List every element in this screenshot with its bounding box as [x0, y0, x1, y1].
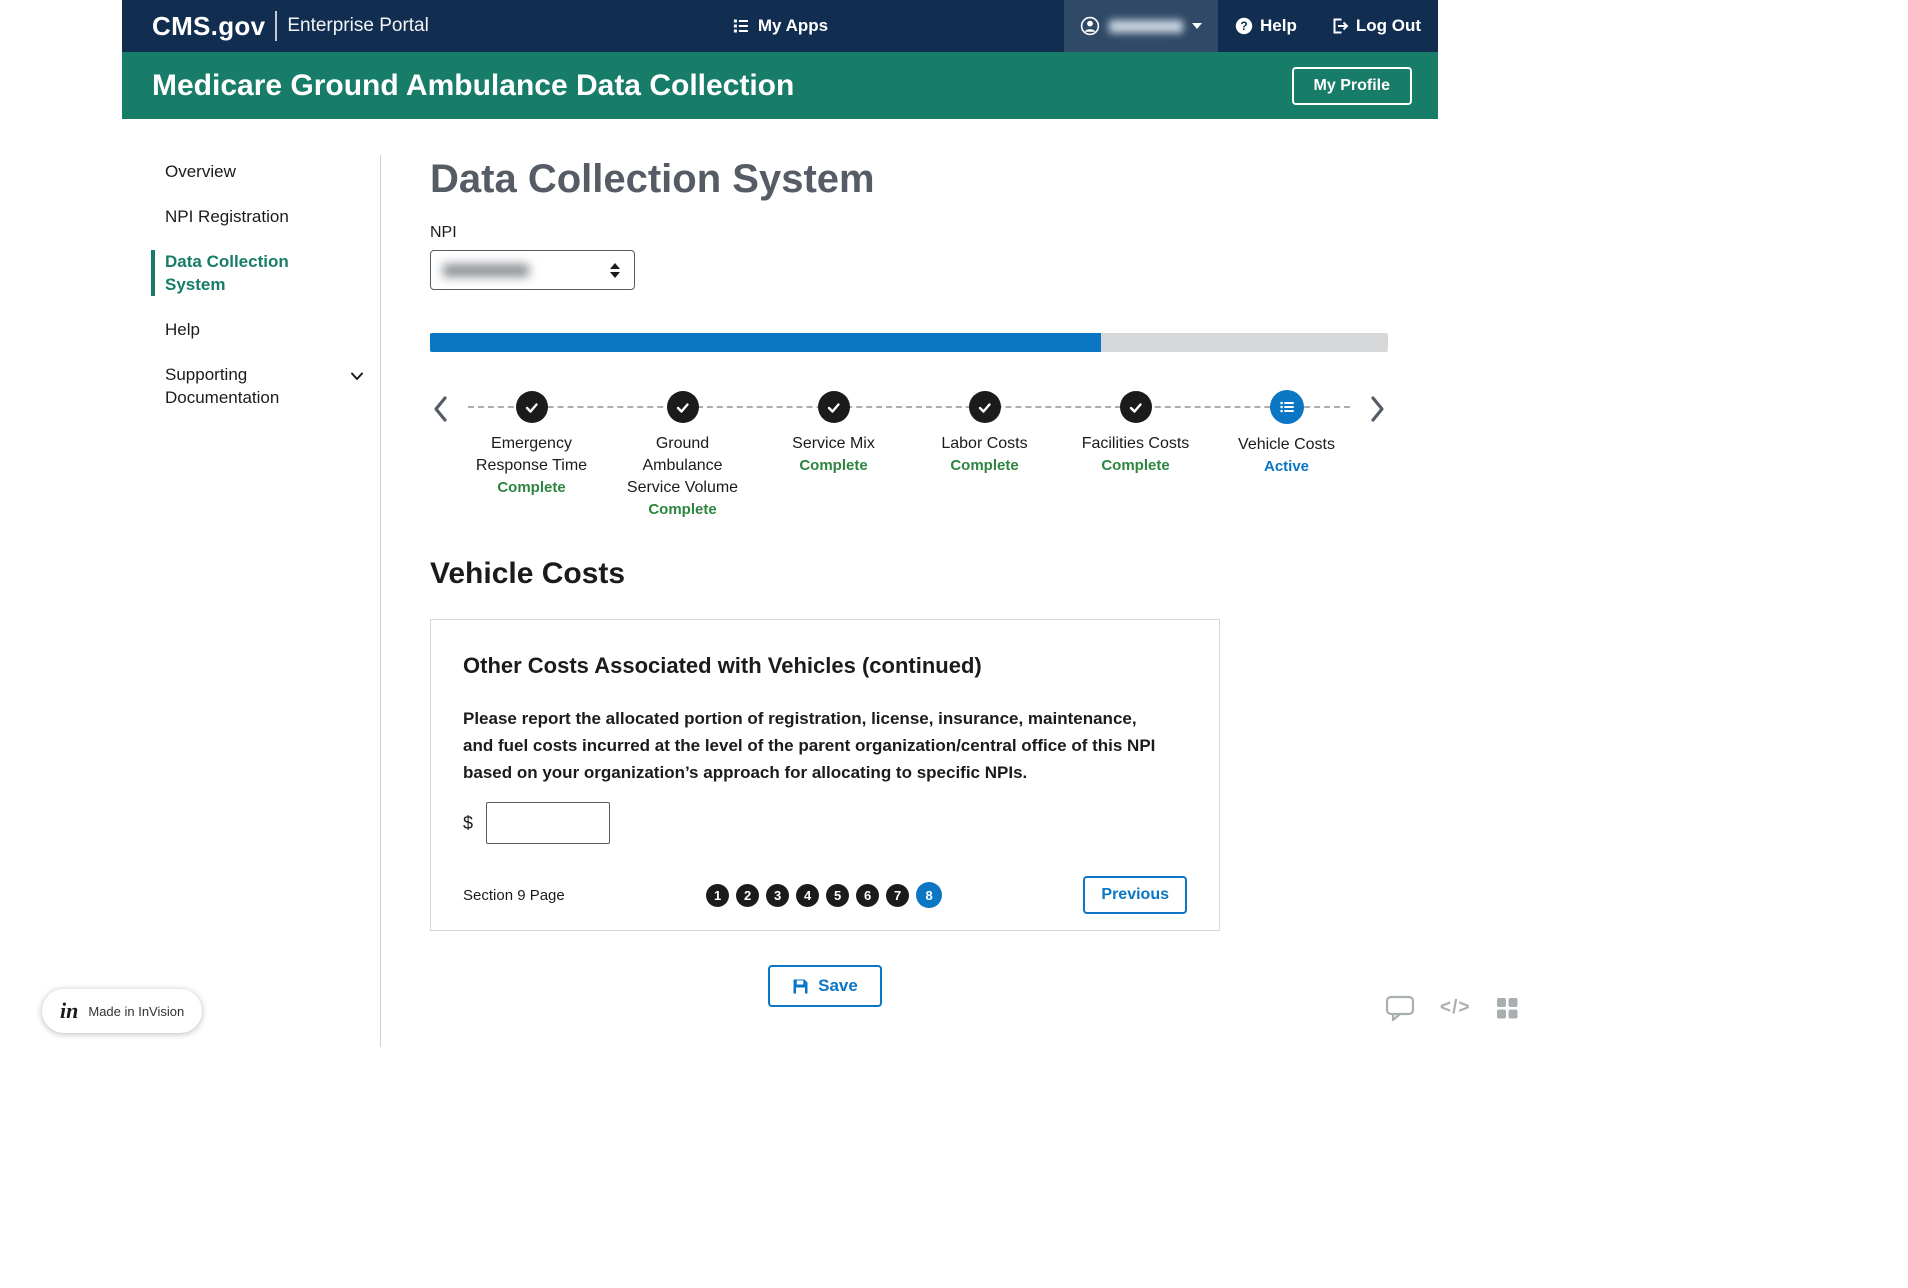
save-button[interactable]: Save [768, 965, 882, 1007]
sidebar-item-overview[interactable]: Overview [151, 160, 365, 183]
sidebar-item-npi-registration[interactable]: NPI Registration [151, 205, 365, 228]
page-dot-5[interactable]: 5 [826, 883, 850, 907]
step-status: Complete [497, 479, 566, 496]
my-apps-button[interactable]: My Apps [732, 0, 828, 52]
npi-value-redacted [443, 263, 529, 277]
help-icon: ? [1235, 17, 1253, 35]
user-name-redacted [1109, 19, 1183, 33]
svg-text:?: ? [1240, 19, 1247, 33]
npi-label: NPI [430, 224, 457, 241]
save-icon [793, 979, 808, 993]
step-complete-check-icon[interactable] [968, 391, 1001, 423]
invision-viewer-tools: </> [1384, 993, 1520, 1023]
user-menu[interactable] [1064, 0, 1218, 52]
app-title: Medicare Ground Ambulance Data Collectio… [152, 68, 795, 102]
npi-select[interactable] [430, 250, 635, 290]
help-button[interactable]: ? Help [1218, 0, 1314, 52]
page-dot-3[interactable]: 3 [766, 883, 790, 907]
stepper: Emergency Response Time Complete Ground … [430, 390, 1388, 518]
progress-fill [430, 333, 1101, 352]
step-active-list-icon[interactable] [1269, 390, 1304, 424]
step-emergency-response-time: Emergency Response Time Complete [456, 391, 607, 518]
logout-label: Log Out [1355, 16, 1421, 35]
help-label: Help [1260, 16, 1297, 35]
sidebar-item-supporting-documentation[interactable]: Supporting Documentation [151, 363, 365, 409]
card-instructions: Please report the allocated portion of r… [463, 709, 1156, 782]
step-complete-check-icon[interactable] [817, 391, 850, 423]
step-vehicle-costs: Vehicle Costs Active [1211, 390, 1362, 518]
previous-button[interactable]: Previous [1083, 876, 1187, 914]
cms-logo-text: CMS.gov [152, 10, 266, 41]
page-dot-8-active[interactable]: 8 [916, 882, 943, 908]
invision-label: Made in InVision [88, 1003, 185, 1019]
my-apps-list-icon [733, 19, 748, 33]
made-in-invision-badge[interactable]: in Made in InVision [42, 989, 203, 1033]
topbar: CMS.gov Enterprise Portal My Apps ? Help… [122, 0, 1438, 52]
pagination: 1 2 3 4 5 6 7 8 [706, 882, 943, 908]
chevron-down-icon [349, 367, 365, 390]
page-dot-7[interactable]: 7 [886, 883, 910, 907]
app-window: CMS.gov Enterprise Portal My Apps ? Help… [122, 0, 1438, 1047]
save-label: Save [818, 976, 858, 995]
step-facilities-costs: Facilities Costs Complete [1060, 391, 1211, 518]
inspect-code-icon[interactable]: </> [1440, 997, 1470, 1019]
step-status: Complete [648, 501, 717, 518]
logo-divider [275, 11, 278, 41]
grid-view-icon[interactable] [1494, 995, 1520, 1021]
logout-button[interactable]: Log Out [1314, 0, 1438, 52]
app-header: Medicare Ground Ambulance Data Collectio… [122, 52, 1438, 119]
page-dot-6[interactable]: 6 [856, 883, 880, 907]
progress-bar [430, 333, 1388, 352]
currency-symbol: $ [463, 812, 474, 833]
card-heading: Other Costs Associated with Vehicles (co… [463, 653, 982, 678]
step-ground-ambulance-service-volume: Ground Ambulance Service Volume Complete [607, 391, 758, 518]
stepper-next-chevron-icon[interactable] [1366, 393, 1388, 425]
main-content: Data Collection System NPI Emergency Res… [381, 155, 1438, 1047]
user-icon [1080, 16, 1100, 36]
cms-logo[interactable]: CMS.gov Enterprise Portal [122, 0, 429, 52]
select-sort-icon [608, 261, 622, 279]
step-status: Complete [1101, 457, 1170, 474]
sidebar-item-data-collection-system[interactable]: Data Collection System [151, 250, 365, 296]
step-labor-costs: Labor Costs Complete [909, 391, 1060, 518]
my-profile-button[interactable]: My Profile [1291, 66, 1412, 105]
question-card: Other Costs Associated with Vehicles (co… [430, 619, 1220, 931]
invision-logo: in [60, 998, 79, 1023]
stepper-previous-chevron-icon[interactable] [430, 393, 452, 425]
step-complete-check-icon[interactable] [515, 391, 548, 423]
step-status: Complete [799, 457, 868, 474]
my-apps-label: My Apps [757, 16, 829, 35]
step-complete-check-icon[interactable] [666, 391, 699, 423]
sidebar: Overview NPI Registration Data Collectio… [122, 155, 380, 1047]
page-title: Data Collection System [430, 157, 875, 201]
page-dot-4[interactable]: 4 [796, 883, 820, 907]
logout-icon [1333, 18, 1349, 34]
step-service-mix: Service Mix Complete [758, 391, 909, 518]
pagination-label: Section 9 Page [463, 886, 565, 904]
step-status: Active [1263, 458, 1310, 475]
page-dot-1[interactable]: 1 [706, 883, 730, 907]
page-dot-2[interactable]: 2 [736, 883, 760, 907]
comment-icon[interactable] [1384, 993, 1416, 1023]
sidebar-item-help[interactable]: Help [151, 318, 365, 341]
topbar-right: ? Help Log Out [1064, 0, 1438, 52]
section-title: Vehicle Costs [430, 557, 626, 590]
step-status: Complete [950, 457, 1019, 474]
caret-down-icon [1192, 23, 1202, 29]
enterprise-portal-text: Enterprise Portal [287, 15, 429, 36]
step-complete-check-icon[interactable] [1119, 391, 1152, 423]
cost-input[interactable] [486, 802, 611, 844]
